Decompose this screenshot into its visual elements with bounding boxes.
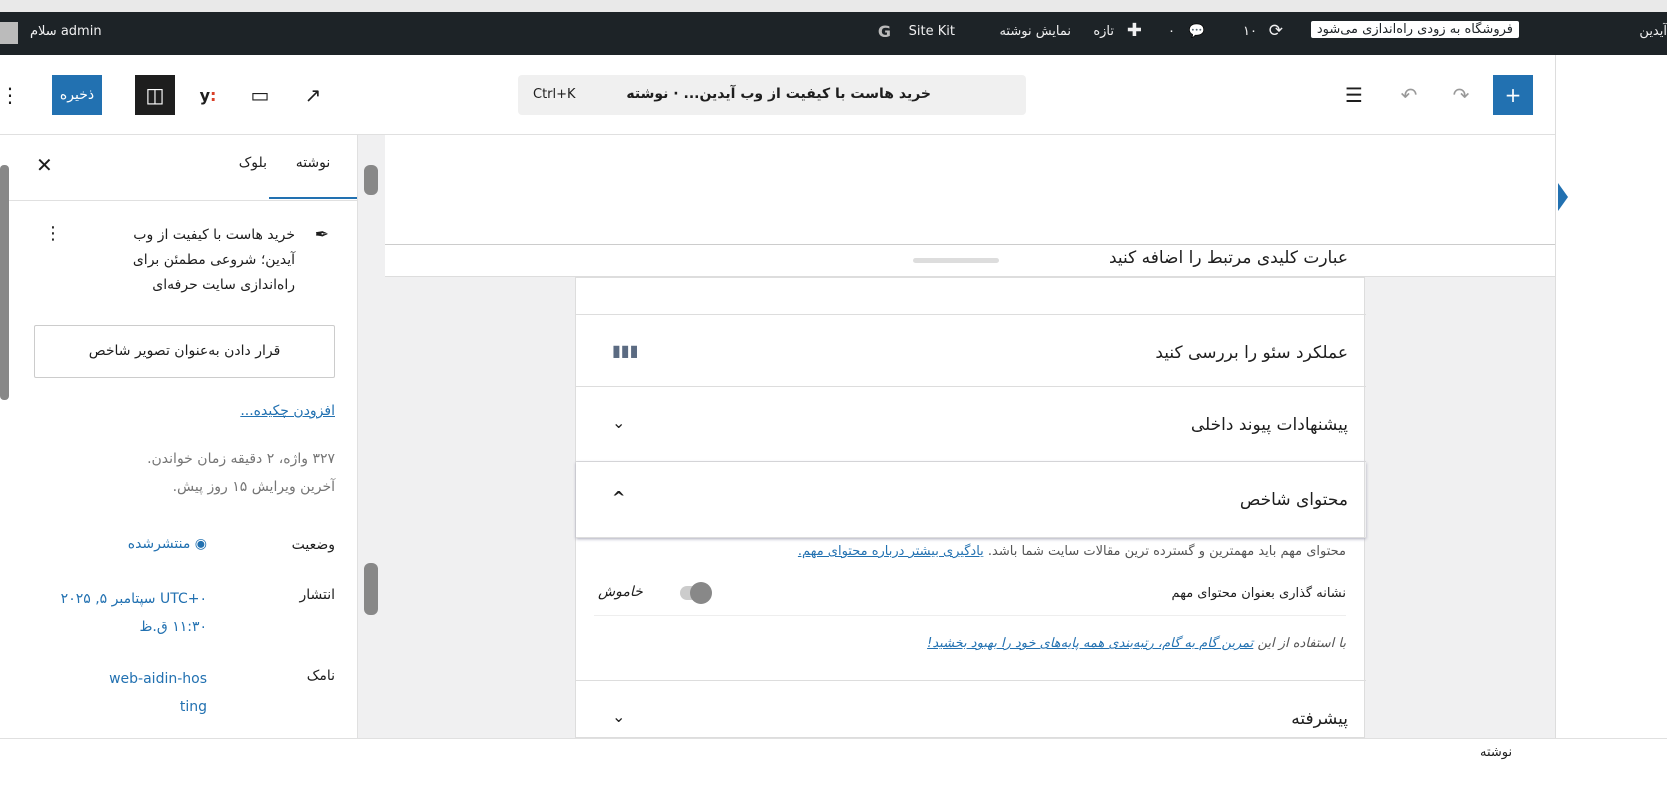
document-overview-button[interactable]: ☰ xyxy=(1334,75,1374,115)
learn-more-link[interactable]: یادگیری بیشتر درباره محتوای مهم. xyxy=(798,544,984,559)
workout-link[interactable]: تمرین گام به گام، رتبه‌بندی همه پایه‌های… xyxy=(927,636,1253,651)
chevron-up-icon: ^ xyxy=(612,488,626,507)
admin-bar: آیدین فروشگاه به زودی راه‌اندازی می‌شود … xyxy=(0,12,1667,55)
keyphrase-row[interactable]: عبارت کلیدی مرتبط را اضافه کنید xyxy=(576,248,1366,315)
view-post-external-icon[interactable]: ↗ xyxy=(293,75,333,115)
shortcut-hint: Ctrl+K xyxy=(533,87,576,102)
options-menu-icon[interactable]: ⋮ xyxy=(0,75,20,115)
view-post-link[interactable]: نمایش نوشته xyxy=(999,24,1071,39)
breadcrumb[interactable]: نوشته xyxy=(1480,745,1512,760)
add-excerpt-link[interactable]: افزودن چکیده... xyxy=(240,403,335,419)
post-content-area[interactable] xyxy=(385,135,1555,245)
avatar[interactable] xyxy=(0,22,18,44)
new-link[interactable]: تازه xyxy=(1093,24,1114,39)
undo-button[interactable]: ↶ xyxy=(1389,75,1429,115)
cornerstone-toggle[interactable] xyxy=(680,582,712,604)
cornerstone-row[interactable]: محتوای شاخص ^ xyxy=(576,462,1366,538)
window-top xyxy=(0,0,1667,12)
advanced-row[interactable]: پیشرفته ⌄ xyxy=(576,680,1366,738)
editor-canvas: عبارت کلیدی مرتبط را اضافه کنید عملکرد س… xyxy=(385,135,1555,738)
store-notice-badge[interactable]: فروشگاه به زودی راه‌اندازی می‌شود xyxy=(1310,21,1519,38)
document-title: خرید هاست با کیفیت از وب آیدین... · نوشت… xyxy=(626,86,931,102)
middle-scrollbars[interactable] xyxy=(358,135,385,738)
comments-count[interactable]: ۰ xyxy=(1168,24,1175,39)
toggle-state: خاموش xyxy=(598,584,643,600)
feather-icon: ✒ xyxy=(314,225,329,245)
check-circle-icon: ◉ xyxy=(194,536,207,552)
tab-post[interactable]: نوشته xyxy=(269,135,357,199)
chevron-down-icon: ⌄ xyxy=(612,707,626,726)
last-edited: آخرین ویرایش ۱۵ روز پیش. xyxy=(172,479,335,495)
chevron-down-icon: ⌄ xyxy=(612,413,626,432)
collapse-arrow-icon[interactable] xyxy=(1558,183,1568,211)
sidebar-scrollbar[interactable] xyxy=(0,165,9,400)
seo-analysis-row[interactable]: عملکرد سئو را بررسی کنید ▮▮▮ xyxy=(576,315,1366,387)
set-featured-image-button[interactable]: قرار دادن به‌عنوان تصویر شاخص xyxy=(34,325,335,378)
post-title: خرید هاست با کیفیت از وب آیدین؛ شروعی مط… xyxy=(132,227,295,293)
command-palette-button[interactable]: خرید هاست با کیفیت از وب آیدین... · نوشت… xyxy=(518,75,1026,115)
status-text: منتشرشده xyxy=(127,536,191,552)
toggle-label: نشانه گذاری بعنوان محتوای مهم xyxy=(1171,586,1346,601)
plus-icon[interactable]: ✚ xyxy=(1127,20,1142,41)
editor-toolbar: + ↷ ↶ ☰ خرید هاست با کیفیت از وب آیدین..… xyxy=(0,55,1555,135)
updates-count[interactable]: ۱۰ xyxy=(1243,24,1257,39)
cornerstone-description: محتوای مهم باید مهمترین و گسترده ترین مق… xyxy=(797,544,1346,559)
sitekit-link[interactable]: Site Kit xyxy=(909,24,955,39)
status-label: وضعیت xyxy=(291,537,335,553)
redo-button[interactable]: ↷ xyxy=(1441,75,1481,115)
settings-sidebar: نوشته بلوک ✕ ✒ خرید هاست با کیفیت از وب … xyxy=(0,135,358,738)
site-name[interactable]: آیدین xyxy=(1639,24,1667,39)
save-button[interactable]: ذخیره xyxy=(52,75,102,115)
status-value[interactable]: ◉ منتشرشده xyxy=(128,536,207,552)
slug-label: نامک xyxy=(306,668,335,684)
publish-label: انتشار xyxy=(299,587,335,603)
meta-scrollbar-thumb[interactable] xyxy=(364,563,378,615)
word-count: ۳۲۷ واژه، ۲ دقیقه زمان خواندن. xyxy=(147,451,335,467)
top-scrollbar-thumb[interactable] xyxy=(364,165,378,195)
editor-footer: نوشته xyxy=(0,738,1667,811)
workout-text: با استفاده از این تمرین گام به گام، رتبه… xyxy=(927,636,1346,651)
greeting[interactable]: سلام admin xyxy=(30,24,102,39)
comments-icon[interactable]: 💬 xyxy=(1189,24,1205,39)
post-actions-icon[interactable]: ⋮ xyxy=(44,223,62,244)
close-icon[interactable]: ✕ xyxy=(36,153,53,177)
preview-device-button[interactable]: ▭ xyxy=(240,75,280,115)
updates-icon[interactable]: ⟳ xyxy=(1269,21,1283,41)
slug-value[interactable]: web-aidin-hosting xyxy=(107,665,207,721)
yoast-icon[interactable]: y: xyxy=(188,75,228,115)
right-edge xyxy=(1555,55,1667,738)
yoast-metabox: عبارت کلیدی مرتبط را اضافه کنید عملکرد س… xyxy=(575,248,1366,738)
bar-chart-icon: ▮▮▮ xyxy=(612,341,639,360)
inserter-plus-button[interactable]: + xyxy=(1493,75,1533,115)
internal-links-row[interactable]: پیشنهادات پیوند داخلی ⌄ xyxy=(576,387,1366,462)
tab-block[interactable]: بلوک xyxy=(239,155,267,171)
settings-sidebar-toggle[interactable]: ◫ xyxy=(135,75,175,115)
publish-date-button[interactable]: UTC+۰ سپتامبر ۵, ۲۰۲۵ ۱۱:۳۰ ق.ظ xyxy=(57,585,207,641)
google-icon: G xyxy=(877,22,891,41)
